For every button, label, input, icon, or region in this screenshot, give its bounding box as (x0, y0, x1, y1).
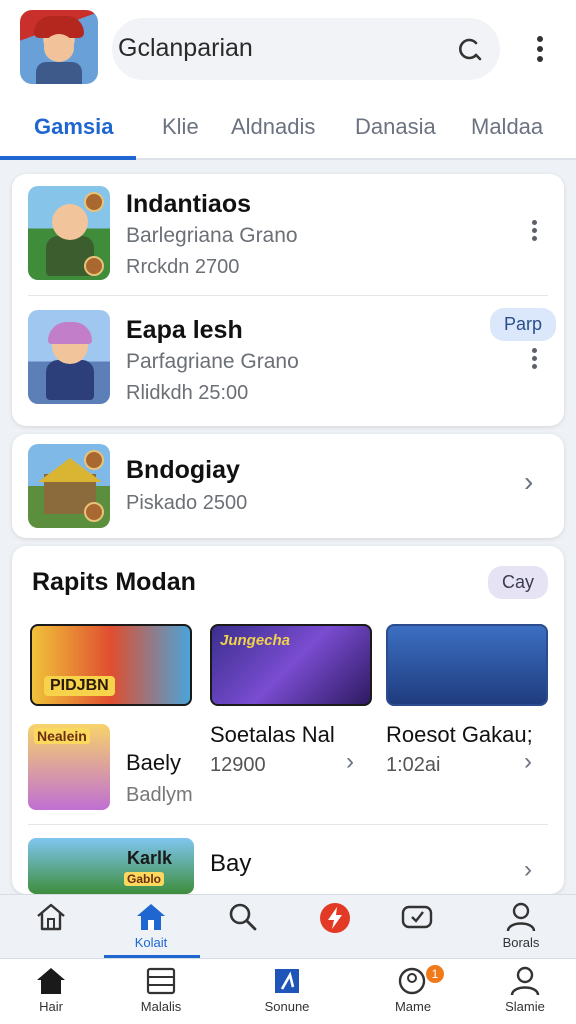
figure-hair (48, 322, 92, 344)
list-item[interactable]: Eapa lesh Parfagriane Grano Rlidkdh 25:0… (12, 296, 564, 426)
tab-danasia[interactable]: Danasia (355, 114, 436, 140)
nav-item-malalis[interactable]: Malalis (126, 959, 196, 1019)
thumb-text: Karlk (127, 848, 173, 868)
game-meta: Rlidkdh 25:00 (126, 382, 249, 404)
game-card[interactable]: Bndogiay Piskado 2500 › (12, 434, 564, 538)
tab-bar: Gamsia Klie Aldnadis Danasia Maldaa (0, 100, 576, 160)
profile-icon (398, 967, 426, 995)
more-vert-icon[interactable] (528, 34, 552, 64)
game-thumbnail (28, 310, 110, 404)
app-root: Gclanparian Gamsia Klie Aldnadis Danasia… (0, 0, 576, 1024)
item-thumbnail[interactable]: Nealein (28, 724, 110, 810)
game-title: Bndogiay (126, 456, 240, 484)
nav-item-home[interactable] (16, 895, 86, 955)
search-bar[interactable]: Gclanparian (112, 18, 500, 80)
game-subtitle: Barlegriana Grano (126, 224, 298, 247)
game-meta: Rrckdn 2700 (126, 256, 240, 278)
notification-badge: 1 (426, 965, 444, 983)
more-vert-icon[interactable] (524, 218, 544, 244)
item-value: 12900 (210, 754, 266, 776)
person-icon (510, 966, 540, 996)
nav-label: Slamie (505, 999, 545, 1014)
section-title: Rapits Modan (32, 568, 196, 596)
tab-gamsia[interactable]: Gamsia (34, 114, 114, 140)
thumb-subtext: Gablo (124, 872, 165, 886)
more-vert-icon[interactable] (524, 346, 544, 372)
games-card: Indantiaos Barlegriana Grano Rrckdn 2700… (12, 174, 564, 426)
banner-thumbnail[interactable] (386, 624, 548, 706)
item-subtitle: Badlym (126, 784, 193, 806)
home-outline-icon (37, 903, 65, 931)
nav-item-borals[interactable]: Borals (486, 895, 556, 955)
game-title: Indantiaos (126, 190, 252, 218)
item-title: Bay (210, 850, 252, 877)
badge-icon (84, 192, 104, 212)
item-thumbnail[interactable]: Karlk Gablo (28, 838, 194, 894)
thumb-text: Nealein (34, 728, 90, 744)
chevron-right-icon[interactable]: › (524, 748, 532, 776)
search-input[interactable]: Gclanparian (118, 34, 253, 63)
badge-icon (84, 450, 104, 470)
bottom-nav-secondary: Hair Malalis Sonune 1 Mame Slamie (0, 958, 576, 1024)
item-title: Roesot Gakau; (386, 722, 533, 747)
nav-item-kolait[interactable]: Kolait (116, 895, 186, 955)
nav-item-sonune[interactable]: Sonune (252, 959, 322, 1019)
item-title: Soetalas Nal (210, 722, 335, 747)
list-item[interactable]: Indantiaos Barlegriana Grano Rrckdn 2700 (12, 174, 564, 296)
nav-item-bolt[interactable] (300, 895, 370, 955)
avatar[interactable] (20, 10, 98, 84)
badge-icon (84, 256, 104, 276)
top-bar: Gclanparian (0, 0, 576, 100)
active-tab-indicator (0, 156, 136, 160)
item-value: 1:02ai (386, 754, 441, 776)
figure-body (46, 360, 94, 400)
tab-maldaa[interactable]: Maldaa (471, 114, 543, 140)
search-icon (229, 903, 257, 931)
section-action-button[interactable]: Cay (488, 566, 549, 599)
nav-label: Sonune (264, 999, 310, 1014)
gamepad-icon (401, 905, 433, 929)
tab-aldnadis[interactable]: Aldnadis (231, 114, 315, 140)
nav-label: Mame (394, 999, 432, 1014)
avatar-face (44, 34, 74, 62)
search-icon[interactable] (456, 35, 484, 63)
banner-thumbnail[interactable]: Jungecha (210, 624, 372, 706)
chevron-right-icon[interactable]: › (524, 856, 532, 884)
item-title: Baely (126, 750, 182, 775)
nav-item-games[interactable] (382, 895, 452, 955)
nav-label: Hair (39, 999, 63, 1014)
figure-head (52, 204, 88, 240)
nav-label: Kolait (134, 935, 168, 950)
game-thumbnail (28, 186, 110, 280)
badge-icon (84, 502, 104, 522)
nav-item-hair[interactable]: Hair (16, 959, 86, 1019)
banner-text: Jungecha (220, 632, 291, 649)
rapid-section: Rapits Modan Cay PIDJBN Jungecha Nealein… (12, 546, 564, 894)
nav-item-mame[interactable]: 1 Mame (378, 959, 448, 1019)
banner-thumbnail[interactable]: PIDJBN (30, 624, 192, 706)
game-title: Eapa lesh (126, 316, 243, 344)
bolt-icon (320, 903, 350, 933)
list-icon (146, 967, 176, 995)
game-subtitle: Parfagriane Grano (126, 350, 299, 373)
nav-item-slamie[interactable]: Slamie (490, 959, 560, 1019)
home-filled-icon (137, 904, 165, 930)
nav-label: Malalis (140, 999, 182, 1014)
store-icon (275, 969, 299, 993)
game-thumbnail (28, 444, 110, 528)
home-filled-icon (37, 968, 65, 994)
avatar-body (36, 62, 82, 84)
bottom-nav-primary: Kolait Borals (0, 894, 576, 958)
game-meta: Piskado 2500 (126, 492, 248, 514)
banner-text: PIDJBN (44, 676, 115, 696)
nav-item-search[interactable] (208, 895, 278, 955)
tab-klie[interactable]: Klie (162, 114, 199, 140)
nav-label: Borals (502, 935, 540, 950)
chevron-right-icon[interactable]: › (346, 748, 354, 776)
chevron-right-icon[interactable]: › (524, 466, 533, 498)
divider (28, 824, 548, 825)
play-button[interactable]: Parp (490, 308, 557, 341)
user-icon (506, 902, 536, 932)
